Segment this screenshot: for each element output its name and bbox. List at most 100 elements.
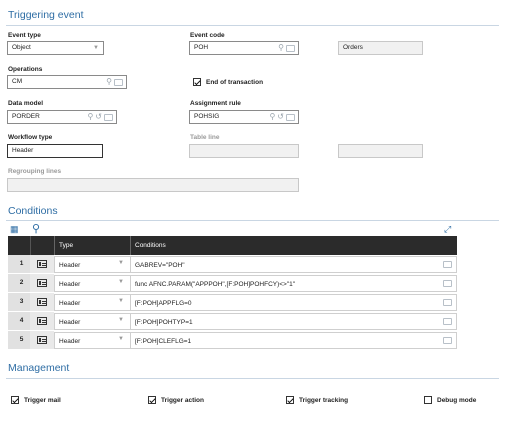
row-condition-field[interactable]: [F:POH]POHTYP=1 <box>130 313 457 330</box>
event-code-description-text: Orders <box>343 44 363 51</box>
row-type-value: Header <box>59 338 81 345</box>
event-code-value: POH <box>194 44 209 51</box>
row-detail-icon[interactable] <box>37 317 47 325</box>
event-code-label: Event code <box>190 32 225 39</box>
row-number: 1 <box>8 255 30 274</box>
chevron-down-icon[interactable]: ▼ <box>118 333 124 345</box>
detail-icon[interactable] <box>104 113 113 121</box>
event-code-description: Orders <box>338 41 423 55</box>
column-header-conditions[interactable]: Conditions <box>130 236 457 255</box>
row-type-select[interactable]: Header ▼ <box>54 313 130 330</box>
regrouping-lines-field <box>7 178 299 192</box>
operations-label: Operations <box>8 66 43 73</box>
column-header-type[interactable]: Type <box>54 236 130 255</box>
row-detail-icon[interactable] <box>37 260 47 268</box>
checkbox-unchecked-icon[interactable] <box>424 396 432 404</box>
section-title-conditions: Conditions <box>8 205 58 217</box>
chevron-down-icon[interactable]: ▼ <box>118 276 124 288</box>
row-type-value: Header <box>59 281 81 288</box>
table-row[interactable]: 1 Header ▼ GABREV="POH" <box>8 255 457 274</box>
workflow-type-label: Workflow type <box>8 134 53 141</box>
workflow-type-value: Header <box>12 147 34 154</box>
row-type-value: Header <box>59 262 81 269</box>
magnifier-icon[interactable]: ⚲ <box>269 111 275 123</box>
assignment-rule-field[interactable]: POHSIG ⚲ ↺ <box>189 110 299 124</box>
section-divider <box>6 220 499 221</box>
row-condition-value: func AFNC.PARAM("APPPOH",[F:POH]POHFCY)<… <box>135 281 296 288</box>
detail-icon[interactable] <box>443 337 452 344</box>
event-type-label: Event type <box>8 32 41 39</box>
section-title-triggering-event: Triggering event <box>8 9 84 21</box>
trigger-mail-label: Trigger mail <box>24 396 61 404</box>
event-code-field[interactable]: POH ⚲ <box>189 41 299 55</box>
table-line-field <box>189 144 299 158</box>
table-row[interactable]: 5 Header ▼ [F:POH]CLEFLG=1 <box>8 331 457 350</box>
column-header-icon <box>30 236 54 255</box>
detail-icon[interactable] <box>286 113 295 121</box>
magnifier-icon[interactable]: ⚲ <box>87 111 93 123</box>
row-type-value: Header <box>59 319 81 326</box>
row-condition-field[interactable]: [F:POH]APPFLG=0 <box>130 294 457 311</box>
magnifier-icon[interactable]: ⚲ <box>278 42 284 54</box>
data-model-label: Data model <box>8 100 44 107</box>
row-condition-field[interactable]: func AFNC.PARAM("APPPOH",[F:POH]POHFCY)<… <box>130 275 457 292</box>
detail-icon[interactable] <box>443 318 452 325</box>
detail-icon[interactable] <box>114 78 123 86</box>
checkbox-checked-icon[interactable] <box>193 78 201 86</box>
trigger-mail-checkbox[interactable]: Trigger mail <box>11 396 61 404</box>
chevron-down-icon[interactable]: ▼ <box>118 314 124 326</box>
section-title-management: Management <box>8 362 70 374</box>
table-row[interactable]: 3 Header ▼ [F:POH]APPFLG=0 <box>8 293 457 312</box>
row-detail-icon[interactable] <box>37 279 47 287</box>
refresh-icon[interactable]: ↺ <box>277 111 284 123</box>
section-divider <box>6 378 499 379</box>
trigger-action-label: Trigger action <box>161 396 204 404</box>
assignment-rule-value: POHSIG <box>194 113 220 120</box>
operations-value: CM <box>12 78 23 85</box>
row-type-select[interactable]: Header ▼ <box>54 332 130 349</box>
row-detail-icon[interactable] <box>37 336 47 344</box>
checkbox-checked-icon[interactable] <box>11 396 19 404</box>
magnifier-icon[interactable]: ⚲ <box>106 76 112 88</box>
operations-field[interactable]: CM ⚲ <box>7 75 127 89</box>
table-line-label: Table line <box>190 134 220 141</box>
grid-options-icon[interactable]: ▦ <box>10 224 19 235</box>
search-icon[interactable]: ⚲ <box>32 222 40 235</box>
chevron-down-icon[interactable]: ▼ <box>118 257 124 269</box>
row-type-value: Header <box>59 300 81 307</box>
chevron-down-icon[interactable]: ▼ <box>93 42 99 54</box>
event-type-select[interactable]: Object ▼ <box>7 41 104 55</box>
trigger-tracking-checkbox[interactable]: Trigger tracking <box>286 396 348 404</box>
row-detail-icon[interactable] <box>37 298 47 306</box>
workflow-type-field[interactable]: Header <box>7 144 103 158</box>
data-model-value: PORDER <box>12 113 40 120</box>
trigger-action-checkbox[interactable]: Trigger action <box>148 396 204 404</box>
chevron-down-icon[interactable]: ▼ <box>118 295 124 307</box>
detail-icon[interactable] <box>443 299 452 306</box>
row-type-select[interactable]: Header ▼ <box>54 256 130 273</box>
expand-icon[interactable]: ⤢ <box>444 224 451 235</box>
row-condition-value: [F:POH]CLEFLG=1 <box>135 338 192 345</box>
table-row[interactable]: 4 Header ▼ [F:POH]POHTYP=1 <box>8 312 457 331</box>
table-row[interactable]: 2 Header ▼ func AFNC.PARAM("APPPOH",[F:PO… <box>8 274 457 293</box>
event-type-value: Object <box>12 44 31 51</box>
row-condition-field[interactable]: [F:POH]CLEFLG=1 <box>130 332 457 349</box>
row-type-select[interactable]: Header ▼ <box>54 275 130 292</box>
detail-icon[interactable] <box>286 44 295 52</box>
row-condition-field[interactable]: GABREV="POH" <box>130 256 457 273</box>
checkbox-checked-icon[interactable] <box>286 396 294 404</box>
checkbox-checked-icon[interactable] <box>148 396 156 404</box>
data-model-field[interactable]: PORDER ⚲ ↺ <box>7 110 117 124</box>
end-of-transaction-label: End of transaction <box>206 78 264 86</box>
assignment-rule-label: Assignment rule <box>190 100 241 107</box>
detail-icon[interactable] <box>443 280 452 287</box>
detail-icon[interactable] <box>443 261 452 268</box>
end-of-transaction-checkbox[interactable]: End of transaction <box>193 78 263 86</box>
refresh-icon[interactable]: ↺ <box>95 111 102 123</box>
conditions-grid: Type Conditions 1 Header ▼ GABREV="POH" 2… <box>8 236 457 350</box>
trigger-tracking-label: Trigger tracking <box>299 396 349 404</box>
row-type-select[interactable]: Header ▼ <box>54 294 130 311</box>
column-header-number <box>8 236 30 255</box>
debug-mode-checkbox[interactable]: Debug mode <box>424 396 476 404</box>
table-line-description <box>338 144 423 158</box>
